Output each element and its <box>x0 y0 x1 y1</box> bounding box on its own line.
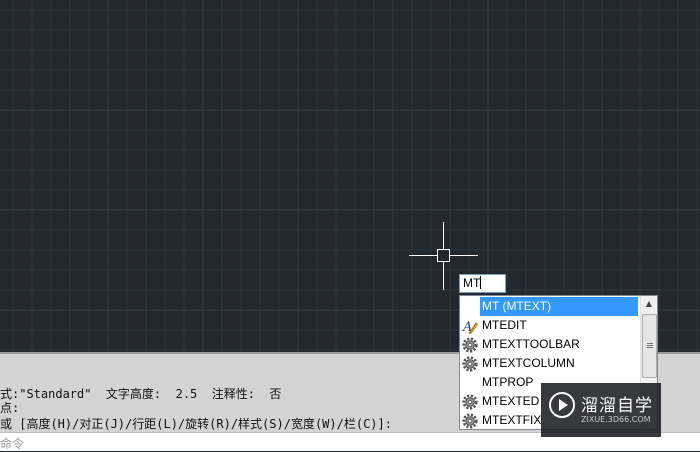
autocomplete-item-label: MTEXTFIX <box>482 413 542 427</box>
scrollbar-thumb[interactable] <box>642 314 657 378</box>
autocomplete-item-label: MTEDIT <box>482 318 527 332</box>
command-history-line: 或 [高度(H)/对正(J)/行距(L)/旋转(R)/样式(S)/宽度(W)/栏… <box>0 417 392 431</box>
scrollbar-grip <box>647 343 653 344</box>
watermark-logo: 溜溜自学 ZIXUE.3D66.COM <box>541 383 661 437</box>
text-edit-icon: A <box>462 318 478 335</box>
autocomplete-item-mtedit[interactable]: A MTEDIT <box>460 316 642 335</box>
gear-icon <box>462 413 478 429</box>
autocomplete-item-mtextcolumn[interactable]: MTEXTCOLUMN <box>460 354 642 373</box>
autocomplete-item-label: MTEXTED <box>482 394 540 408</box>
command-history-line: 式:"Standard" 文字高度: 2.5 注释性: 否 <box>0 387 282 401</box>
gear-icon <box>462 394 478 410</box>
command-history-line: 点: <box>0 401 20 415</box>
autocomplete-item-label: MT (MTEXT) <box>482 299 552 313</box>
autocomplete-item-label: MTEXTTOOLBAR <box>482 337 580 351</box>
autocomplete-item-label: MTEXTCOLUMN <box>482 356 575 370</box>
watermark-subtitle: ZIXUE.3D66.COM <box>581 415 651 424</box>
gear-icon <box>462 356 478 372</box>
autocomplete-item-mtexttoolbar[interactable]: MTEXTTOOLBAR <box>460 335 642 354</box>
scroll-up-arrow-icon[interactable]: ▲ <box>641 296 657 312</box>
autocomplete-item-mt-mtext[interactable]: MT (MTEXT) <box>480 297 638 316</box>
dynamic-input-value: MT <box>463 276 481 290</box>
watermark-title: 溜溜自学 <box>581 396 653 416</box>
text-caret <box>480 276 482 289</box>
gear-icon <box>462 337 478 353</box>
play-logo-icon <box>549 392 575 418</box>
autocomplete-item-label: MTPROP <box>482 375 534 389</box>
dynamic-input-field[interactable]: MT <box>459 274 506 293</box>
command-prompt: 命令 <box>0 437 25 451</box>
